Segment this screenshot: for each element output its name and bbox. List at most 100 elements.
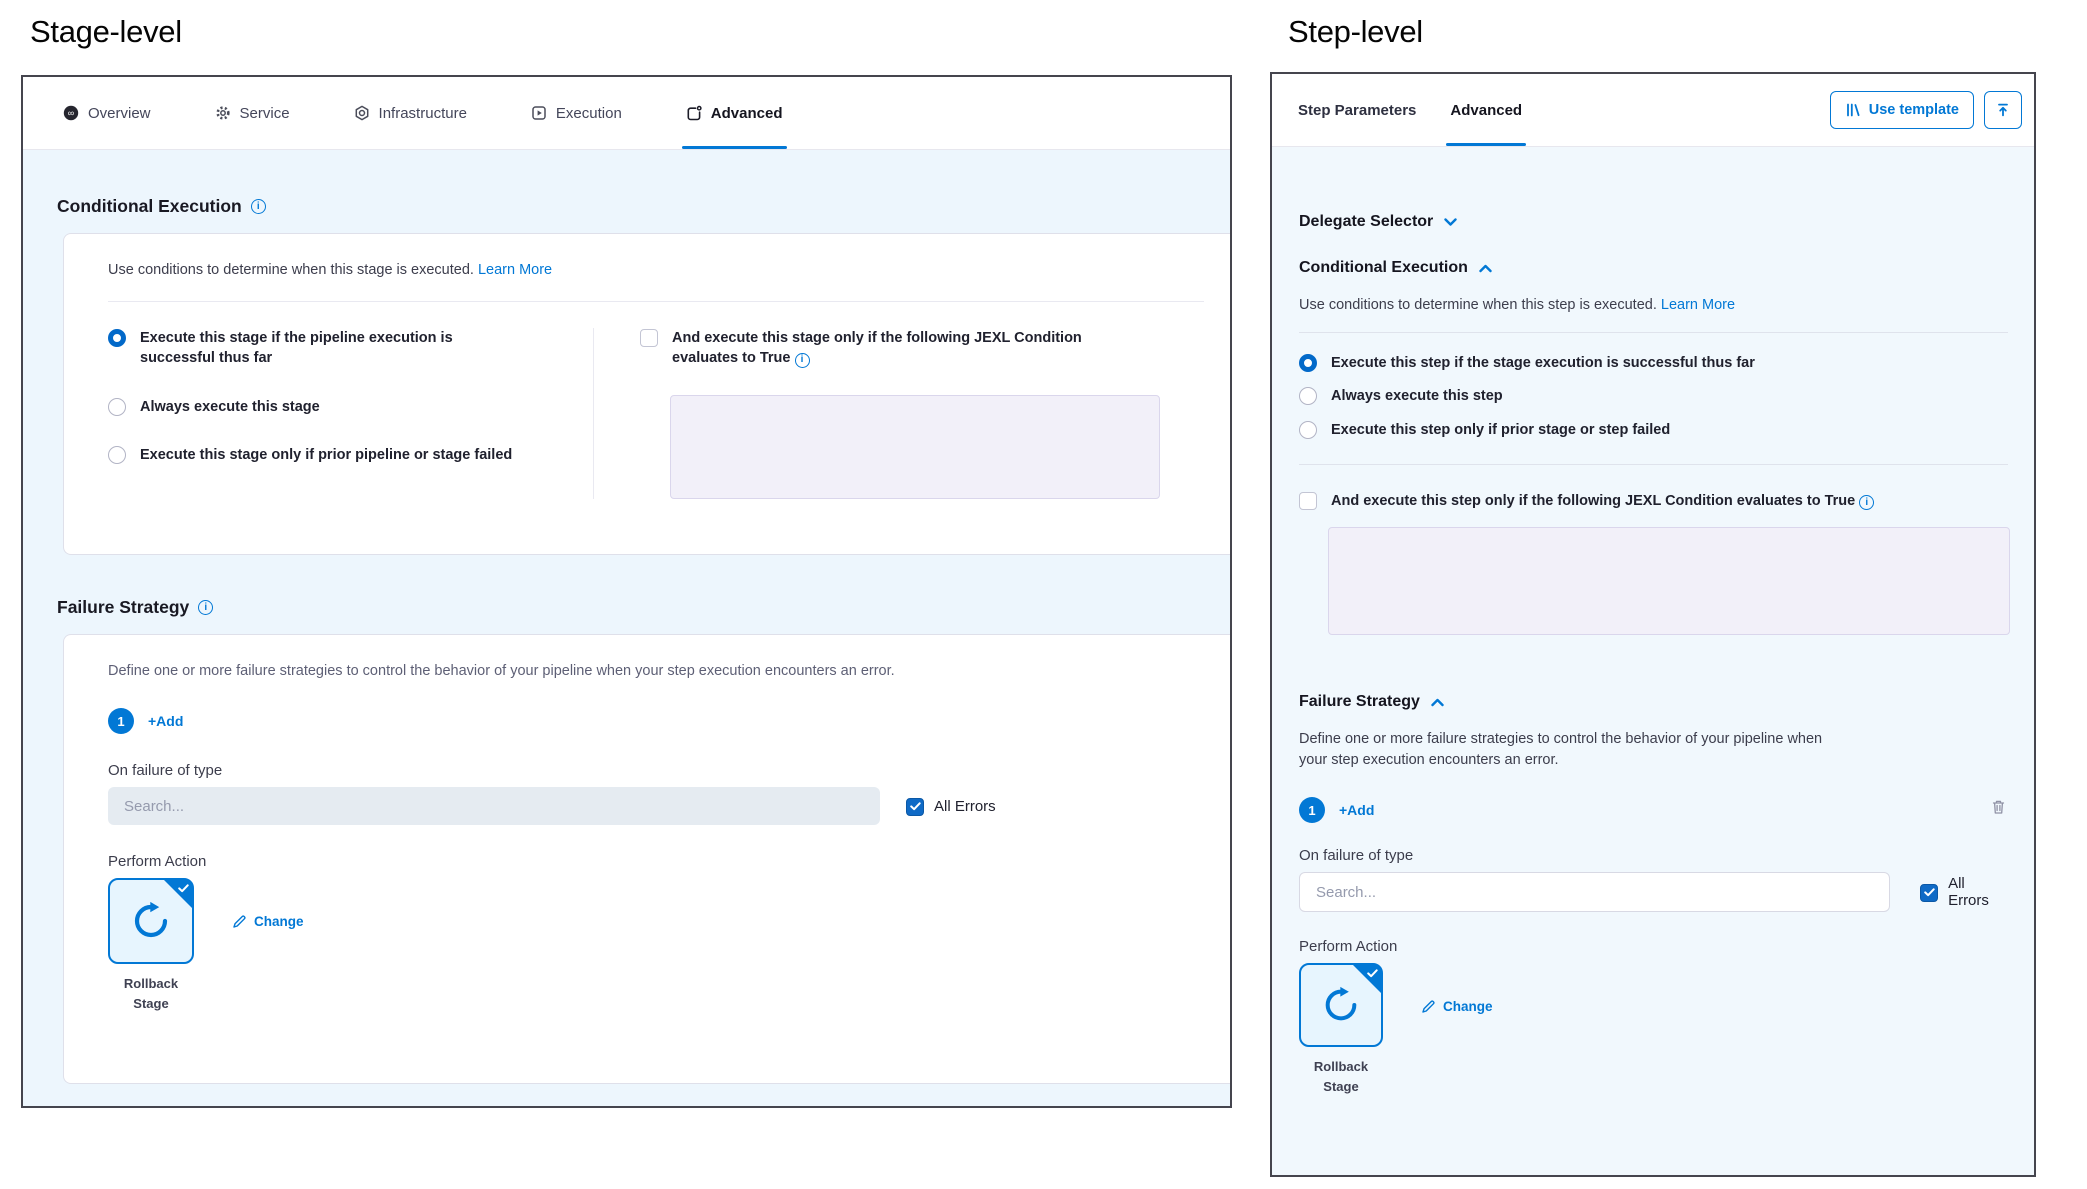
radio-selected-icon [1299, 354, 1317, 372]
strategy-badge[interactable]: 1 [108, 708, 134, 734]
radio-label: Execute this step only if prior stage or… [1331, 420, 1670, 440]
delete-strategy-button[interactable] [1991, 799, 2006, 815]
change-action-link[interactable]: Change [232, 914, 304, 929]
tab-step-parameters[interactable]: Step Parameters [1298, 74, 1416, 146]
failure-type-search-input[interactable] [1299, 872, 1890, 912]
radio-icon [108, 398, 126, 416]
failure-type-row: All Errors [108, 787, 1204, 825]
info-icon[interactable] [1859, 495, 1874, 510]
screenshot-canvas: Stage-level Step-level ∞ Overview Servic… [0, 0, 2087, 1189]
strategy-badge[interactable]: 1 [1299, 797, 1325, 823]
conditional-execution-heading: Conditional Execution [57, 196, 1230, 217]
save-as-template-button[interactable] [1984, 91, 2022, 129]
radio-selected-icon [108, 329, 126, 347]
corner-check-icon [178, 884, 189, 893]
jexl-condition-input[interactable] [670, 395, 1160, 499]
rollback-stage-tile[interactable] [1299, 963, 1383, 1047]
jexl-condition-input[interactable] [1328, 527, 2010, 635]
jexl-condition-column: And execute this stage only if the follo… [594, 328, 1204, 499]
execution-options-column: Execute this stage if the pipeline execu… [108, 328, 594, 499]
stage-advanced-content: Conditional Execution Use conditions to … [23, 150, 1230, 1106]
conditional-execution-description: Use conditions to determine when this st… [108, 260, 1204, 281]
change-action-link[interactable]: Change [1421, 999, 1493, 1014]
learn-more-link[interactable]: Learn More [1661, 297, 1735, 313]
divider [108, 301, 1204, 302]
all-errors-checkbox[interactable]: All Errors [1920, 875, 2008, 909]
radio-option-failure[interactable]: Execute this stage only if prior pipelin… [108, 445, 573, 465]
description-text: Use conditions to determine when this st… [1299, 297, 1657, 313]
tab-label: Service [240, 105, 290, 122]
jexl-checkbox-label: And execute this step only if the follow… [1331, 491, 1874, 511]
conditional-execution-header[interactable]: Conditional Execution [1299, 259, 2008, 277]
info-icon[interactable] [795, 353, 810, 368]
stage-tabbar: ∞ Overview Service Infrastructure Execut… [23, 77, 1230, 150]
check-icon [910, 802, 921, 811]
section-title: Conditional Execution [57, 196, 242, 217]
pencil-icon [232, 914, 247, 929]
infrastructure-icon [354, 105, 370, 121]
tab-label: Infrastructure [379, 105, 467, 122]
corner-check-icon [1367, 969, 1378, 978]
tab-label: Advanced [711, 105, 783, 122]
info-icon[interactable] [198, 600, 213, 615]
failure-strategy-header[interactable]: Failure Strategy [1299, 693, 2008, 711]
upload-icon [1995, 102, 2011, 118]
strategy-list-row: 1 +Add [1299, 797, 2008, 823]
selected-action-name: Rollback Stage [1299, 1057, 1383, 1096]
on-failure-label: On failure of type [108, 762, 1204, 779]
conditional-execution-columns: Execute this stage if the pipeline execu… [108, 328, 1204, 499]
rollback-stage-tile[interactable] [108, 878, 194, 964]
jexl-checkbox-row[interactable]: And execute this stage only if the follo… [640, 328, 1204, 369]
section-title: Failure Strategy [1299, 693, 1420, 711]
strategy-list-row: 1 +Add [108, 708, 1204, 734]
tab-label: Advanced [1450, 102, 1522, 119]
all-errors-label: All Errors [1948, 875, 2008, 909]
change-label: Change [1443, 999, 1493, 1014]
add-strategy-button[interactable]: +Add [1339, 802, 1374, 818]
radio-label: Execute this stage if the pipeline execu… [140, 328, 470, 369]
radio-option-always[interactable]: Always execute this step [1299, 386, 2008, 406]
radio-option-always[interactable]: Always execute this stage [108, 397, 573, 417]
info-icon[interactable] [251, 199, 266, 214]
all-errors-checkbox[interactable]: All Errors [906, 797, 996, 816]
all-errors-label: All Errors [934, 798, 996, 815]
tab-advanced-step[interactable]: Advanced [1450, 74, 1522, 146]
tab-advanced[interactable]: Advanced [686, 77, 783, 149]
divider [1299, 464, 2008, 465]
tab-infrastructure[interactable]: Infrastructure [354, 77, 467, 149]
checkbox-icon [1299, 492, 1317, 510]
conditional-execution-card: Use conditions to determine when this st… [63, 233, 1230, 555]
section-title: Delegate Selector [1299, 213, 1433, 231]
tab-label: Overview [88, 105, 151, 122]
tab-service[interactable]: Service [215, 77, 290, 149]
add-strategy-button[interactable]: +Add [148, 713, 183, 729]
radio-icon [1299, 421, 1317, 439]
perform-action-label: Perform Action [1299, 938, 2008, 955]
divider [1299, 332, 2008, 333]
section-title: Failure Strategy [57, 597, 189, 618]
radio-label: Always execute this step [1331, 386, 1503, 406]
overview-icon: ∞ [63, 105, 79, 121]
use-template-label: Use template [1869, 102, 1959, 118]
check-icon [1924, 888, 1935, 897]
step-level-title: Step-level [1288, 14, 1423, 50]
jexl-checkbox-label: And execute this stage only if the follo… [672, 328, 1122, 369]
jexl-checkbox-row[interactable]: And execute this step only if the follow… [1299, 491, 2008, 511]
failure-type-row: All Errors [1299, 872, 2008, 912]
radio-option-success[interactable]: Execute this step if the stage execution… [1299, 353, 2008, 373]
chevron-down-icon [1444, 218, 1457, 227]
tab-execution[interactable]: Execution [531, 77, 622, 149]
pencil-icon [1421, 999, 1436, 1014]
radio-label: Execute this stage only if prior pipelin… [140, 445, 512, 465]
checkbox-checked-icon [1920, 884, 1938, 902]
learn-more-link[interactable]: Learn More [478, 262, 552, 278]
gear-icon [215, 105, 231, 121]
use-template-button[interactable]: Use template [1830, 91, 1974, 129]
radio-option-failure[interactable]: Execute this step only if prior stage or… [1299, 420, 2008, 440]
checkbox-checked-icon [906, 798, 924, 816]
radio-option-success[interactable]: Execute this stage if the pipeline execu… [108, 328, 573, 369]
failure-type-search-input[interactable] [108, 787, 880, 825]
change-label: Change [254, 914, 304, 929]
delegate-selector-header[interactable]: Delegate Selector [1299, 213, 2008, 231]
tab-overview[interactable]: ∞ Overview [63, 77, 151, 149]
